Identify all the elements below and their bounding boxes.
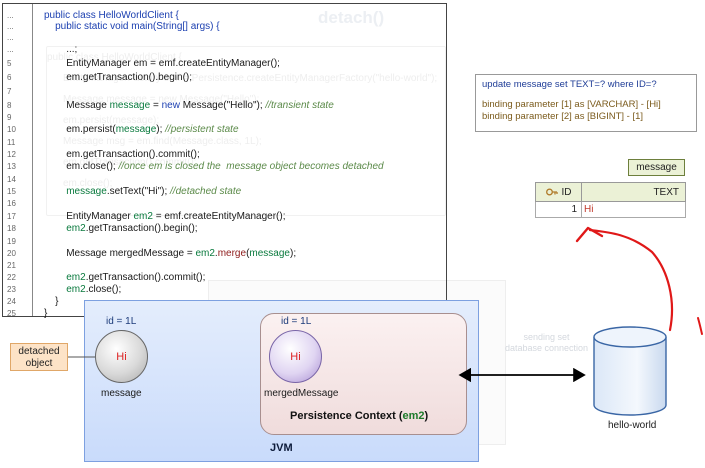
handwritten-red-arrow bbox=[575, 226, 703, 335]
annotation-layer bbox=[68, 226, 703, 383]
